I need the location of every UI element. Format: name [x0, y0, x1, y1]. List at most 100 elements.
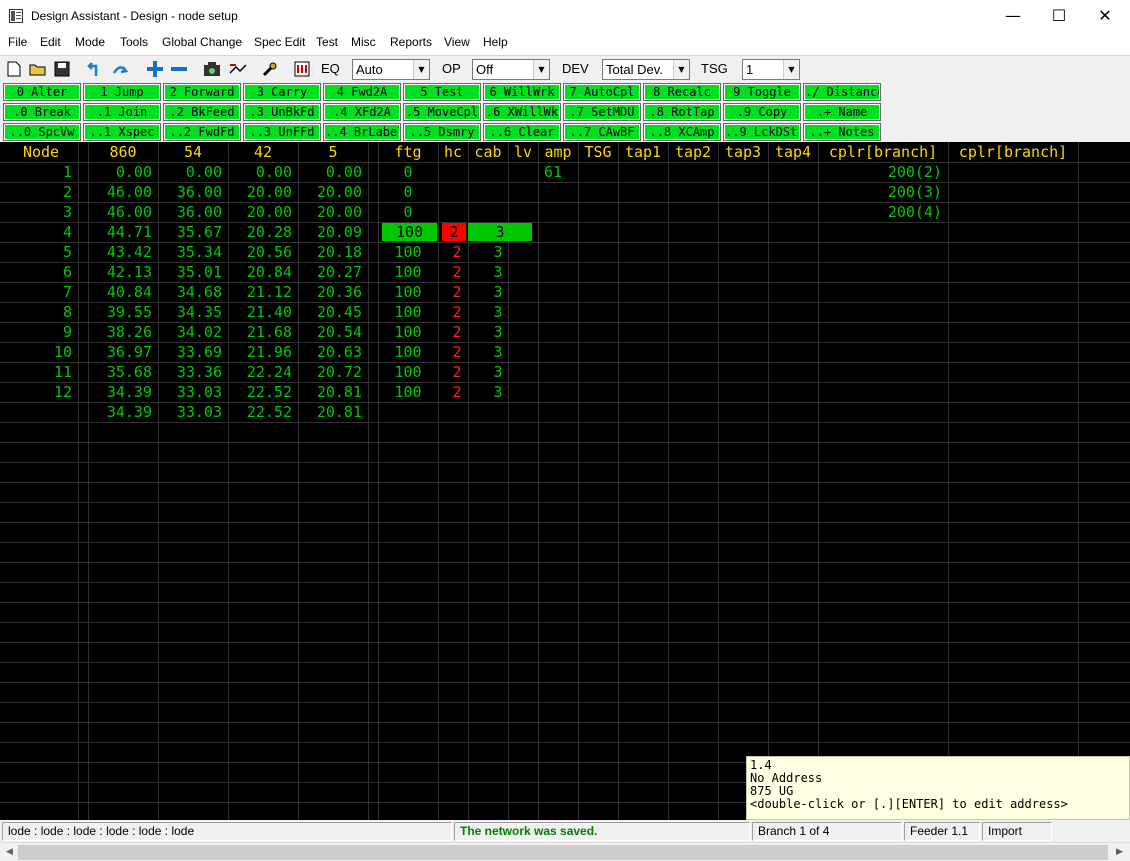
function-key-button[interactable]: ..1 Xspec: [83, 123, 161, 141]
menu-misc[interactable]: Misc: [351, 35, 376, 49]
function-key-button[interactable]: ..0 SpcVw: [3, 123, 81, 141]
menu-mode[interactable]: Mode: [75, 35, 105, 49]
column-header: cab: [474, 143, 502, 161]
ftg-cell: 0: [403, 183, 413, 201]
function-key-button[interactable]: .5 MoveCpl: [403, 103, 481, 121]
level-860-cell: 35.68: [106, 363, 152, 381]
tsg-select[interactable]: 1 ▼: [742, 59, 800, 80]
amp-cell: [538, 202, 568, 222]
camera-icon[interactable]: [202, 58, 222, 80]
function-key-button[interactable]: 1 Jump: [83, 83, 161, 101]
open-folder-icon[interactable]: [28, 58, 48, 80]
amp-cell: [538, 302, 568, 322]
function-key-button[interactable]: .6 XWillWk: [483, 103, 561, 121]
function-key-button[interactable]: 8 Recalc: [643, 83, 721, 101]
function-key-button[interactable]: .7 SetMDU: [563, 103, 641, 121]
grid-line: [1078, 142, 1079, 820]
function-key-button[interactable]: ..4 BrLabel: [323, 123, 401, 141]
cab-cell: [478, 182, 518, 202]
grid-line: [668, 142, 669, 820]
menu-help[interactable]: Help: [483, 35, 508, 49]
dev-select[interactable]: Total Dev. ▼: [602, 59, 690, 80]
node-number-cell: 9: [62, 323, 72, 341]
node-grid[interactable]: Node 860 54 42 5 ftg hc cab lv amp TSG tap1 tap2 tap3…: [0, 142, 1130, 820]
tools-icon[interactable]: [260, 58, 280, 80]
print-icon[interactable]: [292, 58, 312, 80]
function-key-button[interactable]: .+ Name: [803, 103, 881, 121]
function-key-button[interactable]: ..9 LckDStr: [723, 123, 801, 141]
function-key-button[interactable]: .2 BkFeed: [163, 103, 241, 121]
function-key-button[interactable]: 0 Alter: [3, 83, 81, 101]
function-key-button[interactable]: .8 RotTap: [643, 103, 721, 121]
add-icon[interactable]: [144, 58, 166, 80]
column-header: tap3: [724, 143, 762, 161]
new-file-icon[interactable]: [4, 58, 24, 80]
amp-cell: [538, 282, 568, 302]
minimize-button[interactable]: —: [990, 0, 1036, 32]
column-header: cplr[branch]: [958, 143, 1068, 161]
function-key-button[interactable]: ..3 UnFFd: [243, 123, 321, 141]
level-5-cell: 20.72: [316, 363, 362, 381]
close-button[interactable]: ✕: [1082, 0, 1128, 32]
cab-cell: 3: [493, 363, 503, 381]
cplr-branch-cell: 200(3): [887, 183, 942, 201]
level-860-cell: 34.39: [106, 403, 152, 421]
scroll-right-icon[interactable]: ▶: [1111, 844, 1128, 861]
menu-global-change[interactable]: Global Change: [162, 35, 242, 49]
function-key-button[interactable]: ..8 XCAmp: [643, 123, 721, 141]
horizontal-scrollbar[interactable]: ◀ ▶: [0, 842, 1130, 861]
menu-reports[interactable]: Reports: [390, 35, 432, 49]
grid-line: [0, 462, 1130, 463]
cplr-branch-cell: [818, 342, 942, 362]
function-key-button[interactable]: 6 WillWrk: [483, 83, 561, 101]
function-key-button[interactable]: ..+ Notes: [803, 123, 881, 141]
scroll-left-icon[interactable]: ◀: [1, 844, 18, 861]
cplr-branch-cell: [818, 242, 942, 262]
redo-icon[interactable]: [110, 58, 130, 80]
remove-icon[interactable]: [168, 58, 190, 80]
grid-line: [0, 482, 1130, 483]
level-860-cell: 42.13: [106, 263, 152, 281]
node-number-cell: 10: [53, 343, 72, 361]
ftg-cell: 0: [403, 163, 413, 181]
chevron-down-icon: ▼: [413, 60, 429, 79]
eq-select[interactable]: Auto ▼: [352, 59, 430, 80]
function-key-button[interactable]: 7 AutoCpl: [563, 83, 641, 101]
function-key-button[interactable]: ./ Distance: [803, 83, 881, 101]
grid-line: [0, 742, 1130, 743]
function-key-button[interactable]: 2 Forward: [163, 83, 241, 101]
function-key-button[interactable]: ..2 FwdFd: [163, 123, 241, 141]
menu-test[interactable]: Test: [316, 35, 338, 49]
menu-spec-edit[interactable]: Spec Edit: [254, 35, 305, 49]
function-key-button[interactable]: .0 Break: [3, 103, 81, 121]
function-key-button[interactable]: ..5 Dsmry: [403, 123, 481, 141]
function-key-button[interactable]: 5 Test: [403, 83, 481, 101]
menu-tools[interactable]: Tools: [120, 35, 148, 49]
level-42-cell: 20.00: [246, 183, 292, 201]
maximize-button[interactable]: ☐: [1036, 0, 1082, 32]
link-icon[interactable]: [228, 58, 248, 80]
function-key-panel: 0 Alter 1 Jump 2 Forward 3 Carry 4 Fwd2A 5 Te…: [0, 82, 1130, 142]
function-key-button[interactable]: ..7 CAwBF: [563, 123, 641, 141]
level-54-cell: 33.36: [176, 363, 222, 381]
grid-line: [618, 142, 619, 820]
save-icon[interactable]: [52, 58, 72, 80]
function-key-button[interactable]: .1 Join: [83, 103, 161, 121]
undo-icon[interactable]: [84, 58, 104, 80]
ftg-cell: 100: [382, 223, 437, 241]
function-key-button[interactable]: .3 UnBkFd: [243, 103, 321, 121]
grid-line: [0, 622, 1130, 623]
function-key-button[interactable]: 4 Fwd2A: [323, 83, 401, 101]
function-key-button[interactable]: .4 XFd2A: [323, 103, 401, 121]
function-key-button[interactable]: 9 Toggle: [723, 83, 801, 101]
ftg-cell: 100: [394, 383, 422, 401]
function-key-button[interactable]: 3 Carry: [243, 83, 321, 101]
status-import: Import: [982, 822, 1052, 841]
scrollbar-thumb[interactable]: [18, 845, 1108, 860]
function-key-button[interactable]: ..6 Clear: [483, 123, 561, 141]
menu-edit[interactable]: Edit: [40, 35, 61, 49]
menu-file[interactable]: File: [8, 35, 27, 49]
op-select[interactable]: Off ▼: [472, 59, 550, 80]
menu-view[interactable]: View: [444, 35, 470, 49]
function-key-button[interactable]: .9 Copy: [723, 103, 801, 121]
